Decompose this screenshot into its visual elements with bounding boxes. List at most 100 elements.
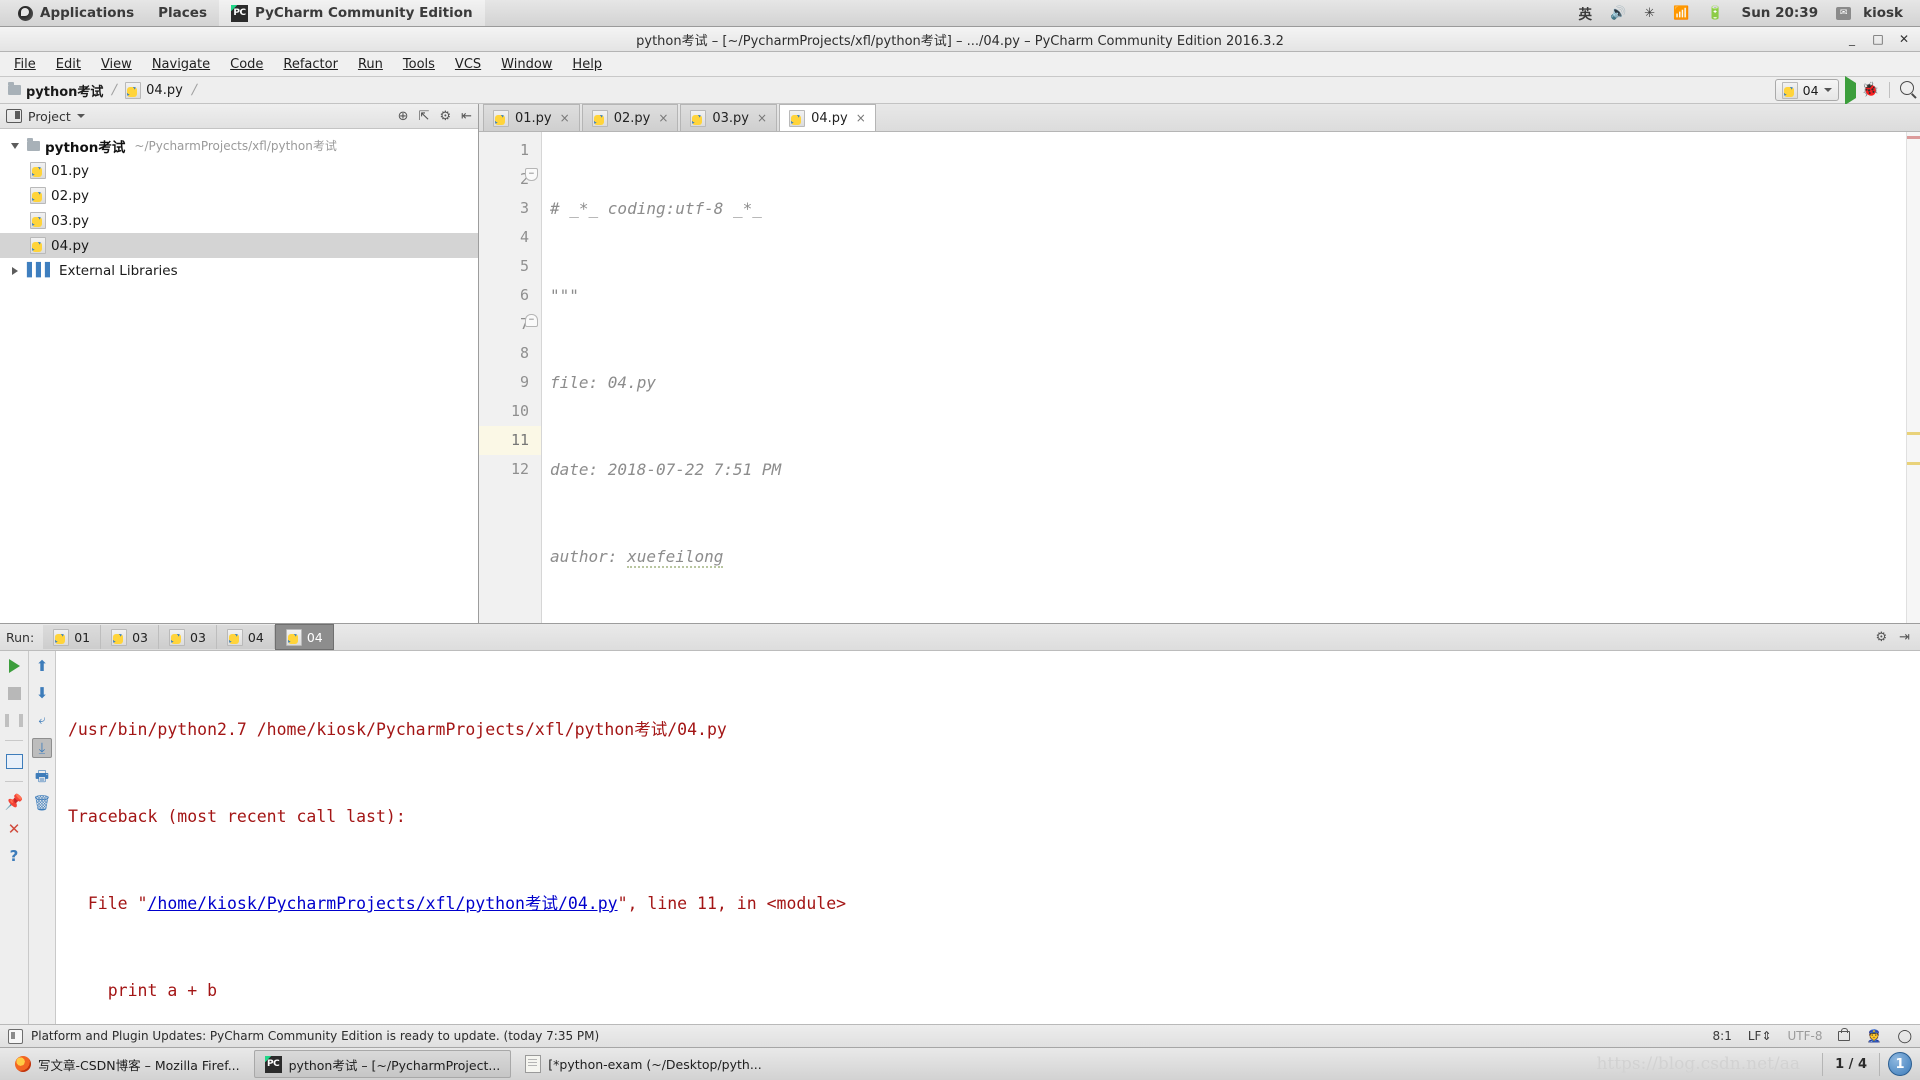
hide-panel-icon[interactable]: ⇥ xyxy=(1899,630,1910,645)
menu-tools[interactable]: Tools xyxy=(393,53,445,75)
close-icon[interactable]: ✕ xyxy=(5,820,23,838)
line-number: 4 xyxy=(519,228,529,246)
tree-node-02py[interactable]: 02.py xyxy=(0,183,478,208)
tab-04py[interactable]: 04.py × xyxy=(779,104,876,131)
pause-icon[interactable] xyxy=(5,711,23,729)
close-tab-icon[interactable]: × xyxy=(560,111,570,125)
target-icon[interactable]: ⊕ xyxy=(398,109,409,124)
workspace-badge[interactable]: 1 xyxy=(1888,1052,1912,1076)
arrow-up-icon[interactable]: ⬆ xyxy=(33,657,51,675)
taskbar-window-firefox[interactable]: 写文章-CSDN博客 – Mozilla Firef... xyxy=(4,1050,251,1078)
warning-stripe-mark[interactable] xyxy=(1907,432,1920,435)
tab-03py[interactable]: 03.py × xyxy=(680,104,778,131)
close-button[interactable]: ✕ xyxy=(1892,29,1916,49)
editor-icon xyxy=(525,1055,542,1073)
editor-scrollbar[interactable] xyxy=(1906,132,1920,623)
arrow-down-icon[interactable]: ⬇ xyxy=(33,684,51,702)
line-separator[interactable]: LF⇕ xyxy=(1748,1029,1772,1043)
expand-arrow-icon[interactable] xyxy=(8,142,22,149)
balloon-icon[interactable]: ◯ xyxy=(1897,1029,1912,1044)
warning-stripe-mark[interactable] xyxy=(1907,462,1920,465)
user-menu[interactable]: ✉ kiosk xyxy=(1827,0,1912,26)
gear-icon[interactable]: ⚙ xyxy=(439,109,451,124)
tree-node-03py[interactable]: 03.py xyxy=(0,208,478,233)
collapse-all-icon[interactable]: ⇱ xyxy=(419,109,430,124)
window-title: python考试 – [~/PycharmProjects/xfl/python… xyxy=(636,33,1284,49)
search-everywhere-button[interactable] xyxy=(1900,81,1914,99)
gear-icon[interactable]: ⚙ xyxy=(1875,630,1887,645)
run-tab-04-b[interactable]: 04 xyxy=(274,624,334,650)
console-file-link[interactable]: /home/kiosk/PycharmProjects/xfl/python考试… xyxy=(147,894,617,913)
project-tree: python考试 ~/PycharmProjects/xfl/python考试 … xyxy=(0,129,478,623)
menu-navigate[interactable]: Navigate xyxy=(142,53,220,75)
status-message[interactable]: Platform and Plugin Updates: PyCharm Com… xyxy=(31,1029,599,1043)
taskbar-window-pycharm[interactable]: PC python考试 – [~/PycharmProject... xyxy=(253,1050,512,1078)
chevron-down-icon[interactable] xyxy=(76,114,85,118)
scroll-to-end-icon[interactable]: ⤓ xyxy=(32,738,52,758)
clock[interactable]: Sun 20:39 xyxy=(1732,0,1827,26)
fold-start-icon[interactable]: − xyxy=(525,168,538,181)
battery-icon[interactable]: 🔋 xyxy=(1698,0,1732,26)
tree-node-04py[interactable]: 04.py xyxy=(0,233,478,258)
menu-file[interactable]: File xyxy=(4,53,46,75)
active-application-menu[interactable]: PC PyCharm Community Edition xyxy=(218,0,485,26)
stop-icon[interactable] xyxy=(5,684,23,702)
fold-end-icon[interactable]: − xyxy=(525,314,538,327)
close-tab-icon[interactable]: × xyxy=(757,111,767,125)
trash-icon[interactable]: 🗑 xyxy=(32,794,51,812)
run-configuration-selector[interactable]: 04 xyxy=(1774,79,1839,101)
workspace-page-indicator[interactable]: 1 / 4 xyxy=(1822,1052,1880,1076)
menu-vcs[interactable]: VCS xyxy=(445,53,491,75)
hide-panel-icon[interactable]: ⇤ xyxy=(461,109,472,124)
tree-node-project-root[interactable]: python考试 ~/PycharmProjects/xfl/python考试 xyxy=(0,133,478,158)
encoding-indicator[interactable]: UTF-8 xyxy=(1788,1029,1823,1043)
print-icon[interactable]: 🖶 xyxy=(33,767,51,785)
maximize-button[interactable]: □ xyxy=(1866,29,1890,49)
input-method-indicator[interactable]: 英 xyxy=(1570,0,1602,26)
menu-help[interactable]: Help xyxy=(562,53,612,75)
taskbar-window-editor[interactable]: [*python-exam (~/Desktop/pyth... xyxy=(514,1050,772,1078)
volume-icon[interactable]: 🔊 xyxy=(1601,0,1635,26)
run-tab-03-a[interactable]: 03 xyxy=(101,625,159,649)
close-tab-icon[interactable]: × xyxy=(856,111,866,125)
run-tab-04-a[interactable]: 04 xyxy=(216,625,275,649)
caret-position[interactable]: 8:1 xyxy=(1713,1029,1732,1043)
notification-icon[interactable] xyxy=(8,1028,23,1044)
breadcrumb-project[interactable]: python考试 / xyxy=(6,81,123,100)
menu-edit[interactable]: Edit xyxy=(46,53,91,75)
menu-run[interactable]: Run xyxy=(348,53,393,75)
applications-menu[interactable]: Applications xyxy=(6,0,146,26)
menu-window[interactable]: Window xyxy=(491,53,562,75)
help-icon[interactable]: ? xyxy=(5,847,23,865)
run-button[interactable] xyxy=(1844,75,1856,105)
breadcrumb-file-label: 04.py xyxy=(146,82,183,98)
run-console-output[interactable]: /usr/bin/python2.7 /home/kiosk/PycharmPr… xyxy=(56,651,1920,1024)
lock-icon[interactable] xyxy=(1838,1028,1851,1041)
pin-icon[interactable]: 📌 xyxy=(5,793,24,811)
menu-code[interactable]: Code xyxy=(220,53,273,75)
tab-02py[interactable]: 02.py × xyxy=(581,104,679,131)
run-tab-01[interactable]: 01 xyxy=(43,625,102,649)
hector-icon[interactable]: 👮 xyxy=(1866,1029,1881,1043)
menu-view[interactable]: View xyxy=(91,53,142,75)
breadcrumb-file[interactable]: 04.py / xyxy=(123,81,202,99)
wifi-icon[interactable]: 📶 xyxy=(1664,0,1698,26)
soft-wrap-icon[interactable]: ⤶ xyxy=(33,711,51,729)
error-stripe-mark[interactable] xyxy=(1907,136,1920,139)
run-tab-03-b[interactable]: 03 xyxy=(159,625,217,649)
places-menu[interactable]: Places xyxy=(146,0,219,26)
tree-node-label: python考试 xyxy=(45,139,126,156)
console-icon[interactable] xyxy=(5,752,23,770)
close-tab-icon[interactable]: × xyxy=(658,111,668,125)
editor-code[interactable]: # _*_ coding:utf-8 _*_ """ file: 04.py d… xyxy=(542,132,1920,623)
bluetooth-icon[interactable]: ✳ xyxy=(1635,0,1664,26)
tree-node-01py[interactable]: 01.py xyxy=(0,158,478,183)
editor-gutter[interactable]: 1 2 3 4 5 6 7 8 9 10 11 12 − − xyxy=(479,132,542,623)
debug-button[interactable]: 🐞 xyxy=(1862,82,1879,98)
rerun-icon[interactable] xyxy=(5,657,23,675)
menu-refactor[interactable]: Refactor xyxy=(273,53,348,75)
minimize-button[interactable]: _ xyxy=(1840,29,1864,49)
tree-node-external-libraries[interactable]: ▌▌▌ External Libraries xyxy=(0,258,478,283)
tab-01py[interactable]: 01.py × xyxy=(483,104,580,131)
expand-arrow-icon[interactable] xyxy=(8,266,22,275)
